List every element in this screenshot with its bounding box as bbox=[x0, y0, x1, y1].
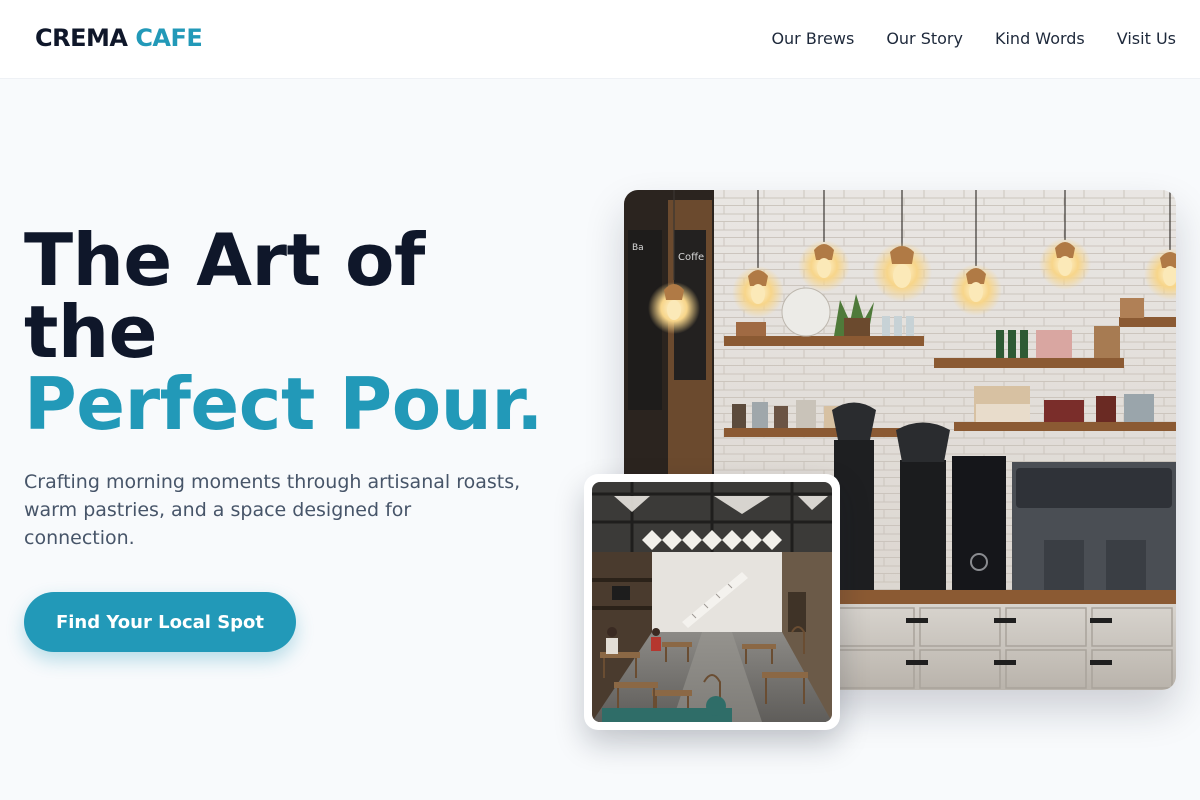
brand-logo[interactable]: CREMA CAFE bbox=[35, 24, 203, 52]
hero-title-highlight: Perfect Pour. bbox=[24, 362, 544, 446]
nav-link-kind-words[interactable]: Kind Words bbox=[995, 29, 1085, 48]
hero-subtitle: Crafting morning moments through artisan… bbox=[24, 471, 521, 549]
hero-title: The Art of the Perfect Pour. bbox=[24, 224, 584, 440]
hero-title-line-1: The Art of bbox=[24, 218, 425, 302]
svg-text:Ba: Ba bbox=[632, 243, 644, 253]
nav-link-our-brews[interactable]: Our Brews bbox=[771, 29, 854, 48]
brand-name-primary: CREMA bbox=[35, 24, 128, 52]
nav-link-visit-us[interactable]: Visit Us bbox=[1117, 29, 1176, 48]
nav-links: Our Brews Our Story Kind Words Visit Us bbox=[771, 29, 1176, 48]
top-navigation: CREMA CAFE Our Brews Our Story Kind Word… bbox=[0, 0, 1200, 79]
cafe-interior-photo bbox=[592, 482, 832, 722]
inset-photo-frame bbox=[584, 474, 840, 730]
svg-text:Coffe: Coffe bbox=[678, 252, 704, 263]
find-local-spot-button[interactable]: Find Your Local Spot bbox=[24, 592, 296, 652]
hero-title-line-2: the bbox=[24, 290, 158, 374]
brand-name-accent: CAFE bbox=[135, 24, 203, 52]
nav-link-our-story[interactable]: Our Story bbox=[886, 29, 963, 48]
cafe-interior-illustration bbox=[592, 482, 832, 722]
